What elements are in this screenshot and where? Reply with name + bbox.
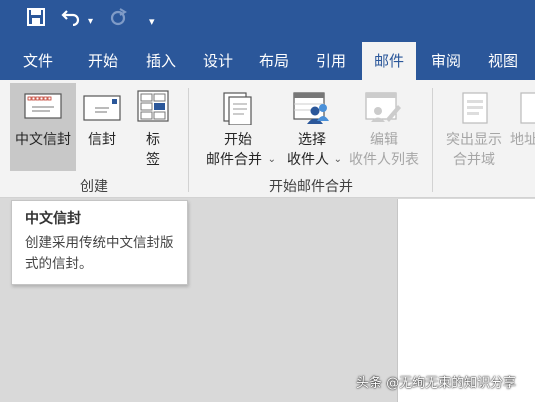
mail-merge-group-label: 开始邮件合并 (269, 179, 353, 195)
labels-label-line1: 标 (146, 132, 160, 148)
watermark: 头条 @无绚无束的知识分享 (356, 376, 517, 391)
tooltip-title: 中文信封 (25, 211, 81, 227)
tab-home[interactable]: 开始 (74, 42, 132, 80)
chevron-down-icon: ⌄ (267, 154, 276, 165)
create-group-label: 创建 (80, 179, 108, 195)
tab-insert[interactable]: 插入 (132, 42, 190, 80)
group-separator (432, 88, 433, 192)
save-icon[interactable] (27, 8, 45, 26)
chevron-down-icon: ⌄ (333, 154, 342, 165)
customize-icon[interactable]: ▾ (149, 10, 155, 34)
edit-recipient-list-button: 编辑 收件人列表 (344, 83, 424, 171)
chinese-envelope-button[interactable]: 中文信封 (10, 83, 76, 171)
start-mail-merge-label-line2: 邮件合并 (206, 152, 262, 168)
select-recipients-icon (292, 91, 330, 129)
ribbon-tabs: 文件 开始 插入 设计 布局 引用 邮件 审阅 视图 (0, 42, 535, 80)
edit-recipient-list-label-line2: 收件人列表 (349, 152, 419, 168)
start-mail-merge-label-line1: 开始 (224, 132, 252, 148)
address-block-button: 地址 (510, 83, 535, 171)
labels-icon (136, 89, 172, 127)
select-recipients-button[interactable]: 选择 收件人 ⌄ (280, 83, 344, 171)
start-mail-merge-button[interactable]: 开始 邮件合并 ⌄ (198, 83, 278, 171)
edit-recipient-list-label-line1: 编辑 (370, 132, 398, 148)
group-separator (188, 88, 189, 192)
undo-dropdown-icon[interactable]: ▾ (88, 10, 93, 34)
highlight-merge-fields-button: 突出显示 合并域 (440, 83, 508, 171)
tab-file[interactable]: 文件 (8, 42, 68, 80)
select-recipients-label-line1: 选择 (298, 132, 326, 148)
redo-icon (109, 8, 127, 26)
envelope-icon (83, 95, 121, 125)
envelopes-button[interactable]: 信封 (78, 83, 126, 171)
labels-label-line2: 签 (146, 152, 160, 168)
chinese-envelope-icon (24, 93, 62, 123)
highlight-merge-fields-label-line1: 突出显示 (446, 132, 502, 148)
tab-review[interactable]: 审阅 (418, 42, 474, 80)
tab-references[interactable]: 引用 (302, 42, 360, 80)
tooltip: 中文信封 创建采用传统中文信封版式的信封。 (11, 200, 188, 285)
tab-mailings[interactable]: 邮件 (362, 42, 416, 80)
address-block-label: 地址 (510, 132, 535, 148)
ribbon-panel: 中文信封 信封 标 签 创建 开始 邮件合并 ⌄ 选择 收件人 ⌄ 编辑 收件人… (0, 80, 535, 198)
highlight-merge-fields-icon (460, 91, 490, 129)
tooltip-body: 创建采用传统中文信封版式的信封。 (25, 235, 174, 272)
tab-design[interactable]: 设计 (190, 42, 246, 80)
tab-view[interactable]: 视图 (474, 42, 532, 80)
chinese-envelope-label: 中文信封 (15, 132, 71, 148)
title-bar: ▾ ▾ (0, 0, 535, 42)
envelopes-label: 信封 (88, 132, 116, 148)
address-block-icon (518, 91, 535, 129)
labels-button[interactable]: 标 签 (128, 83, 178, 171)
edit-recipient-list-icon (364, 91, 402, 129)
undo-icon[interactable] (61, 8, 81, 26)
start-mail-merge-icon (220, 91, 256, 129)
highlight-merge-fields-label-line2: 合并域 (453, 152, 495, 168)
tab-layout[interactable]: 布局 (246, 42, 302, 80)
